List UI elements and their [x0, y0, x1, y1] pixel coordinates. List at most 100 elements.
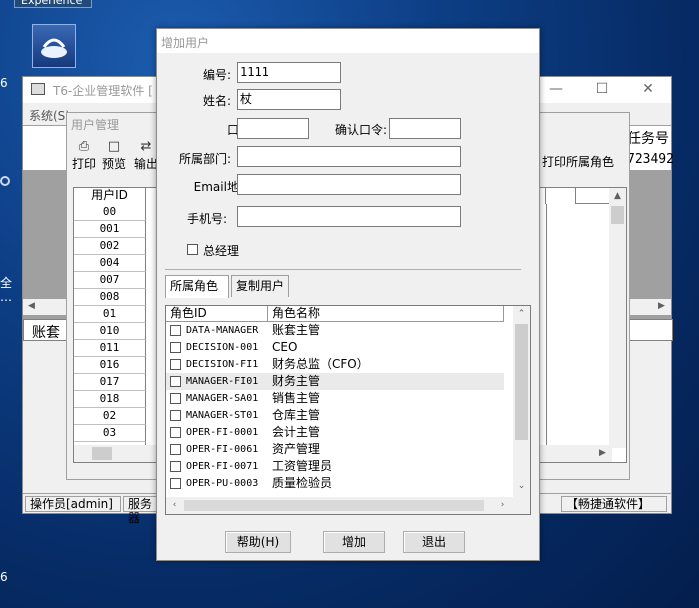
table-row[interactable]: 00	[74, 204, 146, 221]
user-grid-vscrollbar[interactable]: ▲	[609, 188, 626, 448]
user-grid-rows: 0000100200400700801010011016017018020304	[74, 204, 146, 459]
role-checkbox[interactable]	[170, 461, 181, 472]
table-row[interactable]: 016	[74, 357, 146, 374]
table-row[interactable]: 002	[74, 238, 146, 255]
scroll-right-icon[interactable]: ›	[494, 497, 511, 514]
role-name: CEO	[272, 340, 298, 354]
list-item[interactable]: OPER-PU-0003 质量检验员	[166, 475, 504, 492]
scroll-right-icon[interactable]: ▶	[594, 445, 611, 462]
role-checkbox[interactable]	[170, 393, 181, 404]
role-list-vscrollbar[interactable]: ⌃ ⌄	[513, 306, 530, 498]
list-item[interactable]: MANAGER-FI01 财务主管	[166, 373, 504, 390]
role-name: 资产管理	[272, 442, 321, 456]
role-id: MANAGER-SA01	[186, 393, 259, 404]
preview-button[interactable]: □ 预览	[99, 139, 129, 175]
role-checkbox[interactable]	[170, 444, 181, 455]
print-role-button[interactable]: 打印所属角色	[541, 153, 615, 173]
divider	[165, 269, 521, 270]
list-item[interactable]: DECISION-001 CEO	[166, 339, 504, 356]
scroll-thumb[interactable]	[92, 447, 112, 460]
maximize-icon[interactable]: ☐	[579, 77, 625, 103]
export-label: 输出	[133, 157, 158, 171]
list-item[interactable]: OPER-FI-0001 会计主管	[166, 424, 504, 441]
status-brand: 【畅捷通软件】	[561, 496, 667, 512]
role-list-body: DATA-MANAGER 账套主管 DECISION-001 CEO DECISION-…	[166, 322, 504, 492]
table-row[interactable]: 004	[74, 255, 146, 272]
role-name: 仓库主管	[272, 408, 321, 422]
desktop-label: 6	[0, 570, 8, 584]
menu-item-system[interactable]: 系统(S)	[29, 107, 70, 124]
code-input[interactable]: 1111	[237, 62, 341, 83]
help-button[interactable]: 帮助(H)	[225, 531, 291, 553]
role-checkbox[interactable]	[170, 359, 181, 370]
tab-copy-user[interactable]: 复制用户	[231, 275, 289, 297]
scroll-down-icon[interactable]: ⌄	[513, 478, 530, 495]
table-row[interactable]: 017	[74, 374, 146, 391]
role-id: DATA-MANAGER	[186, 325, 259, 336]
table-row[interactable]: 02	[74, 408, 146, 425]
exit-button[interactable]: 退出	[403, 531, 465, 553]
scroll-thumb[interactable]	[184, 500, 484, 511]
list-item[interactable]: OPER-FI-0071 工资管理员	[166, 458, 504, 475]
add-user-dialog: 增加用户 编号: 1111 姓名: 杖 口令: 确认口令: 所属部门: Emai…	[156, 28, 540, 561]
list-item[interactable]: MANAGER-SA01 销售主管	[166, 390, 504, 407]
print-button[interactable]: ⎙ 打印	[69, 139, 99, 175]
scroll-up-icon[interactable]: ⌃	[513, 306, 530, 323]
table-row[interactable]: 008	[74, 289, 146, 306]
main-window-title: T6-企业管理软件 [	[53, 84, 153, 98]
tab-roles[interactable]: 所属角色	[165, 275, 229, 298]
list-item[interactable]: MANAGER-ST01 仓库主管	[166, 407, 504, 424]
phone-label: 手机号:	[186, 212, 227, 226]
department-input[interactable]	[237, 146, 461, 167]
scroll-thumb[interactable]	[611, 206, 624, 224]
table-row[interactable]: 03	[74, 425, 146, 442]
dialog-title[interactable]: 增加用户	[157, 29, 539, 53]
role-checkbox[interactable]	[170, 376, 181, 387]
general-manager-label: 总经理	[203, 244, 240, 258]
column-blank	[546, 188, 576, 204]
scroll-left-icon[interactable]: ‹	[166, 497, 183, 514]
scroll-right-icon[interactable]: ▶	[653, 298, 670, 315]
table-row[interactable]: 007	[74, 272, 146, 289]
desktop-label: 全	[0, 276, 13, 290]
column-role-id[interactable]: 角色ID	[166, 306, 268, 322]
name-input[interactable]: 杖	[237, 89, 341, 110]
column-user-id[interactable]: 用户ID	[74, 188, 146, 204]
role-list: 角色ID 角色名称 DATA-MANAGER 账套主管 DECISION-001 CE…	[165, 305, 531, 515]
desktop-experience-label[interactable]: Experience	[14, 0, 92, 8]
email-input[interactable]	[237, 174, 461, 195]
scroll-thumb[interactable]	[515, 324, 528, 440]
scroll-up-icon[interactable]: ▲	[609, 188, 626, 205]
confirm-password-input[interactable]	[389, 118, 461, 139]
close-icon[interactable]: ✕	[625, 77, 671, 103]
add-button[interactable]: 增加	[323, 531, 385, 553]
table-row[interactable]: 018	[74, 391, 146, 408]
general-manager-checkbox[interactable]	[187, 244, 198, 255]
role-checkbox[interactable]	[170, 325, 181, 336]
role-name: 账套主管	[272, 323, 321, 337]
app-icon	[31, 83, 45, 95]
phone-input[interactable]	[237, 206, 461, 227]
list-item[interactable]: DECISION-FI1 财务总监（CFO）	[166, 356, 504, 373]
role-id: OPER-PU-0003	[186, 478, 259, 489]
password-input[interactable]	[237, 118, 309, 139]
role-id: DECISION-FI1	[186, 359, 259, 370]
list-item[interactable]: OPER-FI-0061 资产管理	[166, 441, 504, 458]
list-item[interactable]: DATA-MANAGER 账套主管	[166, 322, 504, 339]
scroll-left-icon[interactable]: ◀	[23, 298, 40, 315]
preview-label: 预览	[101, 157, 126, 171]
table-row[interactable]: 01	[74, 306, 146, 323]
role-list-hscrollbar[interactable]: ‹ ›	[166, 497, 530, 514]
task-number-header: 任务号	[627, 131, 669, 147]
desktop-app-icon[interactable]	[32, 24, 76, 68]
role-id: DECISION-001	[186, 342, 259, 353]
table-row[interactable]: 010	[74, 323, 146, 340]
column-role-name[interactable]: 角色名称	[268, 306, 504, 322]
role-checkbox[interactable]	[170, 427, 181, 438]
table-row[interactable]: 001	[74, 221, 146, 238]
confirm-password-label: 确认口令:	[334, 123, 387, 137]
role-checkbox[interactable]	[170, 410, 181, 421]
role-checkbox[interactable]	[170, 342, 181, 353]
role-checkbox[interactable]	[170, 478, 181, 489]
table-row[interactable]: 011	[74, 340, 146, 357]
